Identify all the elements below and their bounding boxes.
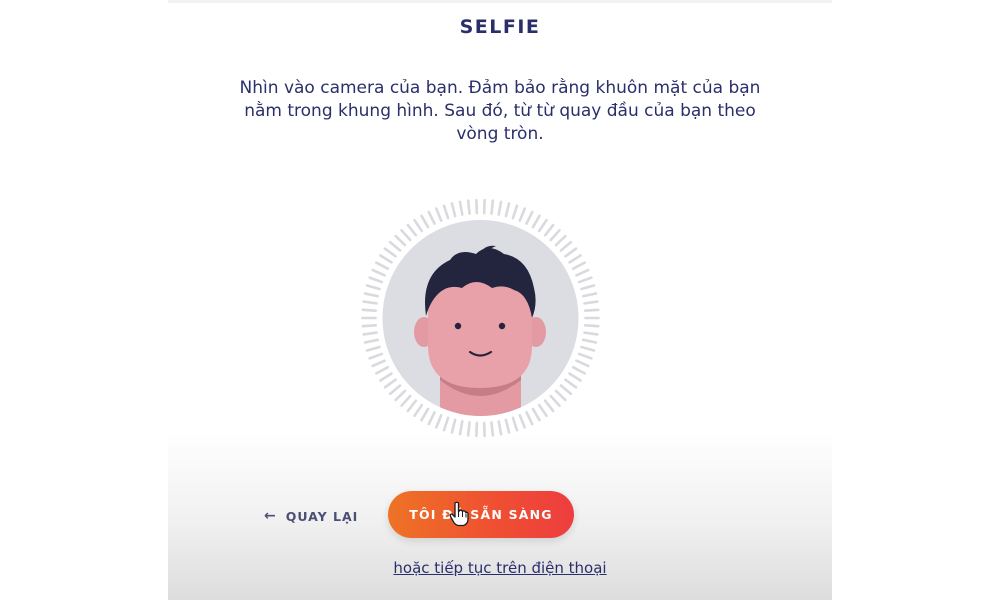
progress-tick xyxy=(400,229,412,242)
progress-tick xyxy=(427,210,436,225)
progress-tick xyxy=(577,276,593,284)
progress-tick xyxy=(580,284,596,291)
progress-tick xyxy=(583,308,600,312)
progress-tick xyxy=(581,292,598,298)
progress-tick xyxy=(379,254,393,264)
ready-button[interactable]: TÔI ĐÃ SẴN SÀNG xyxy=(388,491,574,538)
back-button-label: QUAY LẠI xyxy=(285,508,359,524)
back-button[interactable]: ← QUAY LẠI xyxy=(264,508,358,524)
progress-tick xyxy=(394,234,407,247)
hand-cursor-icon xyxy=(449,501,469,527)
progress-tick xyxy=(388,384,402,396)
progress-tick xyxy=(406,223,418,237)
progress-tick xyxy=(559,240,573,252)
progress-tick xyxy=(504,202,511,218)
progress-tick xyxy=(559,384,573,396)
progress-tick xyxy=(490,199,495,215)
progress-tick xyxy=(362,300,378,305)
progress-tick xyxy=(577,352,593,360)
progress-tick xyxy=(458,200,464,216)
arrow-left-icon: ← xyxy=(264,508,277,524)
ready-button-label: TÔI ĐÃ SẴN SÀNG xyxy=(409,507,553,522)
progress-tick xyxy=(571,365,586,375)
progress-tick xyxy=(575,268,590,277)
progress-tick xyxy=(575,359,590,368)
progress-tick xyxy=(581,338,598,344)
progress-tick xyxy=(564,247,578,258)
progress-tick xyxy=(420,214,430,229)
progress-tick xyxy=(583,324,600,328)
progress-tick xyxy=(531,407,541,422)
progress-tick xyxy=(525,411,534,426)
progress-tick xyxy=(466,421,471,437)
progress-tick xyxy=(583,300,599,305)
progress-tick xyxy=(537,403,548,418)
progress-tick xyxy=(361,324,378,328)
instructions-text: Nhìn vào camera của bạn. Đảm bảo rằng kh… xyxy=(239,78,761,144)
progress-tick xyxy=(371,359,386,368)
continue-on-phone-link[interactable]: hoặc tiếp tục trên điện thoại xyxy=(168,559,832,577)
progress-tick xyxy=(383,378,397,389)
progress-tick xyxy=(365,284,381,291)
progress-tick xyxy=(371,268,386,277)
progress-tick xyxy=(368,352,384,360)
progress-tick xyxy=(368,276,384,284)
progress-tick xyxy=(434,414,443,429)
progress-tick xyxy=(361,308,378,312)
progress-tick xyxy=(363,338,380,344)
progress-tick xyxy=(511,416,519,432)
progress-tick xyxy=(379,372,393,382)
progress-tick xyxy=(549,394,561,407)
progress-tick xyxy=(568,372,582,382)
progress-tick xyxy=(490,421,495,437)
selfie-panel: SELFIE Nhìn vào camera của bạn. Đảm bảo … xyxy=(168,0,832,600)
face-frame xyxy=(358,198,603,443)
progress-tick xyxy=(427,411,436,426)
progress-tick xyxy=(537,218,548,233)
progress-tick xyxy=(413,218,424,233)
progress-tick xyxy=(458,420,464,436)
progress-tick xyxy=(543,399,555,413)
progress-tick xyxy=(375,365,390,375)
page: SELFIE Nhìn vào camera của bạn. Đảm bảo … xyxy=(0,0,1000,600)
progress-tick xyxy=(388,240,402,252)
progress-tick xyxy=(511,204,519,220)
progress-tick xyxy=(383,247,397,258)
progress-tick xyxy=(466,199,471,215)
progress-tick xyxy=(518,414,527,429)
progress-tick xyxy=(568,254,582,264)
progress-tick xyxy=(571,261,586,271)
progress-tick xyxy=(450,418,457,434)
progress-tick xyxy=(450,202,457,218)
selfie-avatar-illustration xyxy=(361,198,600,438)
progress-tick xyxy=(497,200,503,216)
progress-tick xyxy=(442,416,450,432)
progress-tick xyxy=(363,292,380,298)
progress-tick xyxy=(406,399,418,413)
progress-tick xyxy=(580,345,596,352)
progress-tick xyxy=(362,331,378,336)
progress-tick xyxy=(525,210,534,225)
progress-tick xyxy=(365,345,381,352)
progress-tick xyxy=(442,204,450,220)
progress-tick xyxy=(543,223,555,237)
progress-tick xyxy=(549,229,561,242)
progress-tick xyxy=(375,261,390,271)
progress-tick xyxy=(564,378,578,389)
progress-tick xyxy=(497,420,503,436)
progress-tick xyxy=(531,214,541,229)
progress-tick xyxy=(504,418,511,434)
progress-tick xyxy=(583,331,599,336)
progress-tick xyxy=(554,389,567,402)
progress-tick xyxy=(394,389,407,402)
progress-tick xyxy=(420,407,430,422)
progress-tick xyxy=(518,207,527,222)
progress-tick xyxy=(413,403,424,418)
progress-tick xyxy=(554,234,567,247)
progress-tick xyxy=(400,394,412,407)
progress-tick xyxy=(434,207,443,222)
page-title: SELFIE xyxy=(459,16,541,38)
